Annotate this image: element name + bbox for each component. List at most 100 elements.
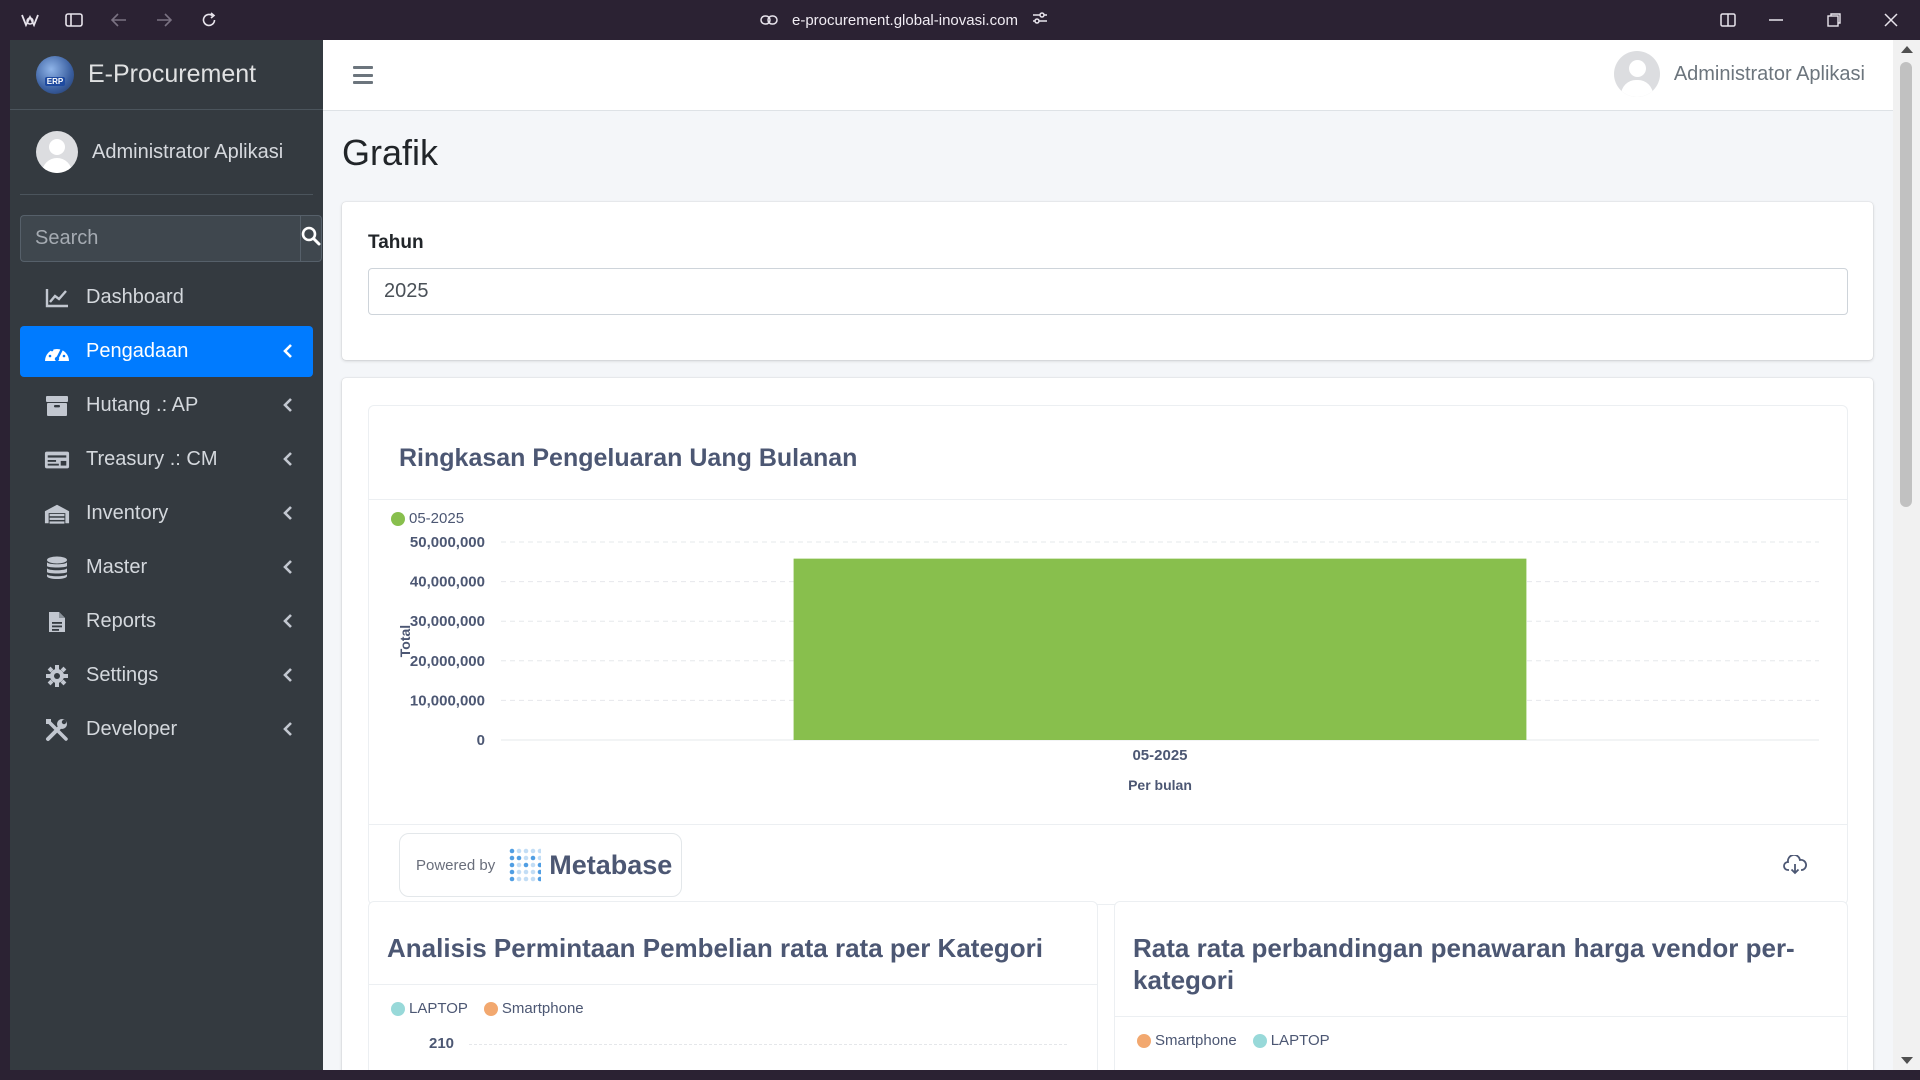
legend-label: LAPTOP (1270, 1032, 1330, 1049)
vendor-price-chart-card: Rata rata perbandingan penawaran harga v… (1114, 901, 1848, 1070)
brand-link[interactable]: ERP E-Procurement (10, 40, 323, 110)
sidebar-item-dashboard[interactable]: Dashboard (20, 272, 313, 323)
address-bar-url[interactable]: e-procurement.global-inovasi.com (792, 12, 1018, 29)
chevron-left-icon (283, 506, 292, 520)
chevron-left-icon (283, 560, 292, 574)
warehouse-icon (44, 502, 70, 526)
legend-item[interactable]: Smartphone (483, 1000, 584, 1017)
top-user-name[interactable]: Administrator Aplikasi (1674, 63, 1865, 86)
sidebar-item-inventory[interactable]: Inventory (20, 488, 313, 539)
y-tick-label: 20,000,000 (410, 653, 485, 670)
reload-icon[interactable] (199, 10, 219, 30)
metabase-logo-icon (509, 848, 542, 882)
sidebar-item-reports[interactable]: Reports (20, 596, 313, 647)
sidebar-item-developer[interactable]: Developer (20, 704, 313, 755)
browser-logo-icon[interactable] (20, 10, 40, 30)
window-frame (0, 1070, 1920, 1080)
download-icon[interactable] (1783, 854, 1807, 875)
split-view-icon[interactable] (1718, 10, 1738, 30)
sidebar-nav: Dashboard Pengadaan Hutang .: AP Treasur… (20, 272, 313, 755)
scroll-up-icon[interactable] (1901, 46, 1913, 53)
filter-card: Tahun (342, 202, 1873, 360)
chart-title[interactable]: Rata rata perbandingan penawaran harga v… (1133, 932, 1833, 996)
chart-legend: 05-2025 (391, 510, 464, 527)
money-check-icon (44, 448, 70, 472)
legend-item[interactable]: Smartphone (1137, 1032, 1237, 1049)
sidebar-item-label: Reports (86, 610, 157, 632)
bar[interactable] (793, 558, 1527, 740)
legend-label: Smartphone (501, 1000, 584, 1017)
sidebar-item-hutang[interactable]: Hutang .: AP (20, 380, 313, 431)
chart-line-icon (44, 286, 70, 310)
back-icon[interactable] (109, 10, 129, 30)
legend-dot (1252, 1033, 1267, 1048)
brand-logo: ERP (36, 55, 74, 94)
sidebar-item-pengadaan[interactable]: Pengadaan (20, 326, 313, 377)
site-settings-icon[interactable] (1032, 11, 1048, 29)
brand-badge: ERP (44, 77, 66, 86)
divider (369, 499, 1847, 500)
legend-item[interactable]: LAPTOP (1252, 1032, 1330, 1049)
sidebar-item-master[interactable]: Master (20, 542, 313, 593)
search-icon (301, 226, 321, 251)
divider (369, 984, 1097, 985)
close-icon[interactable] (1881, 10, 1901, 30)
box-icon (44, 394, 70, 418)
avatar (1613, 51, 1660, 97)
menu-toggle-icon[interactable] (353, 66, 373, 84)
chart-legend: Smartphone LAPTOP (1137, 1032, 1330, 1049)
chart-title[interactable]: Ringkasan Pengeluaran Uang Bulanan (399, 444, 857, 473)
sidebar-item-treasury[interactable]: Treasury .: CM (20, 434, 313, 485)
database-icon (44, 556, 70, 580)
scrollbar-thumb[interactable] (1900, 62, 1912, 507)
sidebar-item-label: Hutang .: AP (86, 394, 199, 416)
y-tick-label: 0 (477, 732, 485, 749)
forward-icon[interactable] (154, 10, 174, 30)
link-icon (760, 12, 778, 29)
sidebar-item-label: Treasury .: CM (86, 448, 218, 470)
user-menu[interactable]: Administrator Aplikasi (1613, 51, 1865, 97)
metabase-embed: Ringkasan Pengeluaran Uang Bulanan 05-20… (368, 405, 1848, 905)
charts-card: Ringkasan Pengeluaran Uang Bulanan 05-20… (342, 378, 1873, 1070)
sidebar-item-label: Pengadaan (86, 340, 189, 362)
legend-label: LAPTOP (409, 1000, 468, 1017)
sidebar-toggle-icon[interactable] (64, 10, 84, 30)
user-panel[interactable]: Administrator Aplikasi (20, 110, 313, 195)
powered-by-text: Powered by (416, 856, 496, 874)
powered-by-metabase[interactable]: Powered by Metabase (399, 833, 682, 897)
y-tick-label: 50,000,000 (410, 534, 485, 551)
chevron-left-icon (283, 722, 292, 736)
chart-title[interactable]: Analisis Permintaan Pembelian rata rata … (387, 932, 1087, 964)
divider (369, 824, 1847, 825)
chevron-left-icon (283, 614, 292, 628)
y-tick-label: 30,000,000 (410, 613, 485, 630)
year-field[interactable] (368, 268, 1848, 315)
sidebar: ERP E-Procurement Administrator Aplikasi… (10, 40, 323, 1070)
chevron-left-icon (283, 452, 292, 466)
legend-dot (483, 1001, 498, 1016)
sidebar-user-name[interactable]: Administrator Aplikasi (92, 141, 283, 164)
restore-icon[interactable] (1824, 10, 1844, 30)
legend-dot (1137, 1033, 1151, 1048)
tools-icon (44, 718, 70, 742)
sidebar-item-label: Inventory (86, 502, 169, 524)
page-scrollbar[interactable] (1893, 40, 1920, 1070)
page-title: Grafik (342, 132, 439, 173)
minimize-icon[interactable] (1766, 10, 1786, 30)
legend-item[interactable]: 05-2025 (391, 510, 464, 527)
scroll-down-icon[interactable] (1901, 1057, 1913, 1064)
metabase-logo: Metabase (509, 846, 672, 884)
tachometer-icon (44, 340, 70, 364)
search-button[interactable] (300, 215, 322, 262)
y-tick-label: 10,000,000 (410, 692, 485, 709)
sidebar-item-settings[interactable]: Settings (20, 650, 313, 701)
metabase-brand-text: Metabase (549, 849, 673, 880)
top-navbar: Administrator Aplikasi (323, 40, 1893, 111)
gear-icon (44, 664, 70, 688)
search-input[interactable] (20, 215, 300, 262)
sidebar-item-label: Dashboard (86, 286, 184, 308)
sidebar-item-label: Developer (86, 718, 178, 740)
legend-item[interactable]: LAPTOP (391, 1000, 468, 1017)
chevron-left-icon (283, 398, 292, 412)
sidebar-item-label: Settings (86, 664, 159, 686)
